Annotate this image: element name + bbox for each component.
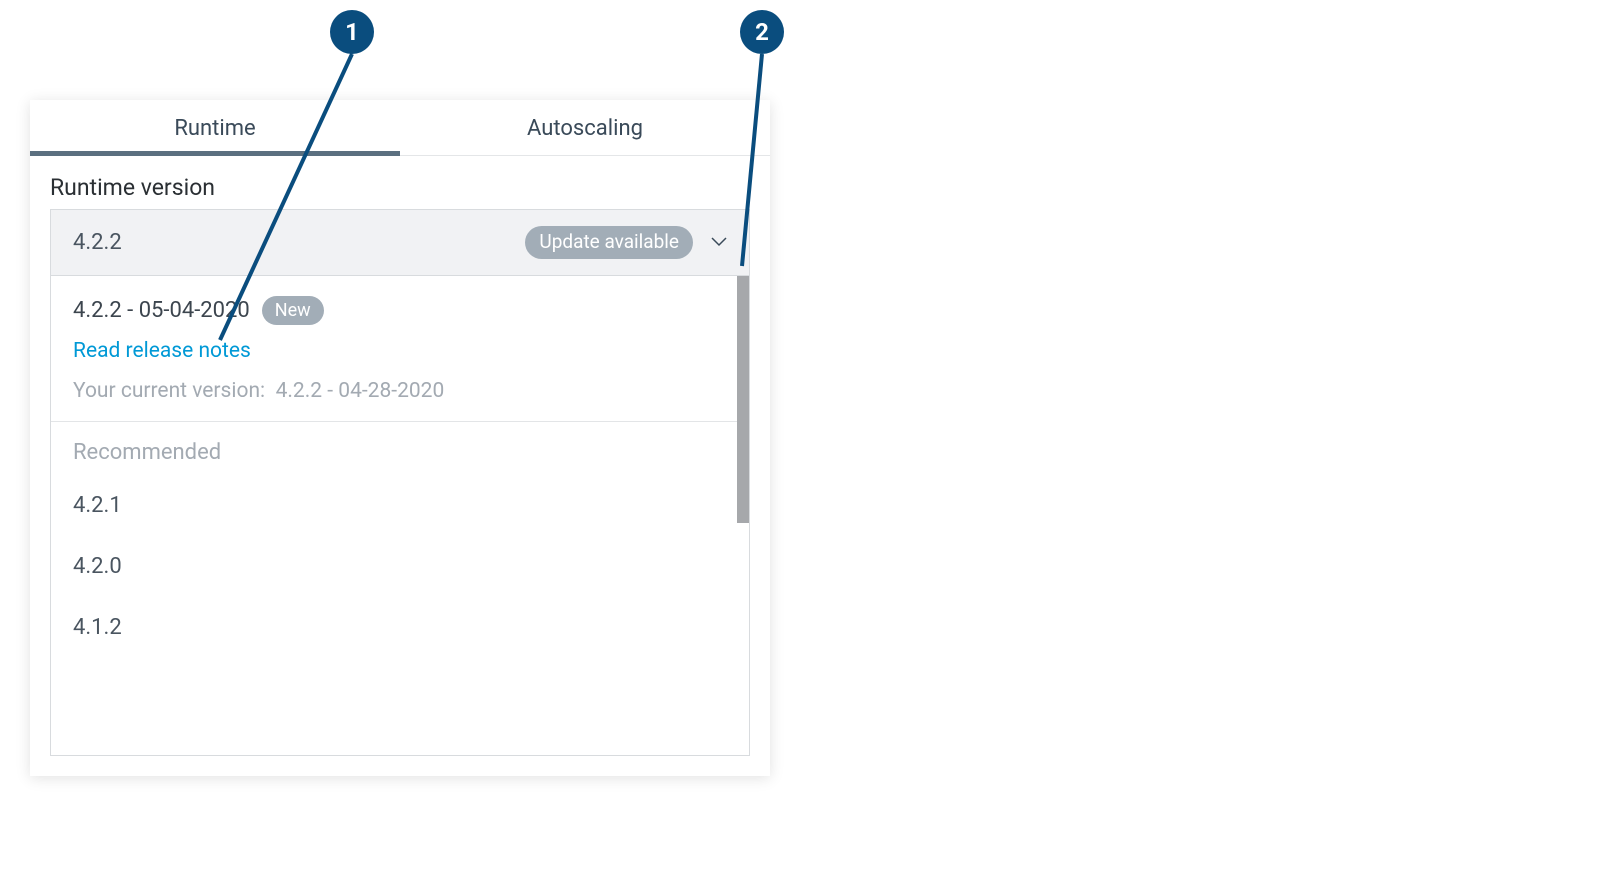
tab-runtime[interactable]: Runtime (30, 100, 400, 155)
current-version-value: 4.2.2 - 04-28-2020 (276, 379, 445, 403)
select-current-value: 4.2.2 (73, 230, 122, 255)
select-right-group: Update available (525, 226, 727, 259)
callout-number: 2 (755, 18, 769, 46)
tab-label: Runtime (174, 116, 255, 141)
dropdown-item[interactable]: 4.2.1 (51, 475, 749, 536)
current-version-row: Your current version: 4.2.2 - 04-28-2020 (73, 379, 727, 403)
current-version-prefix: Your current version: (73, 379, 265, 403)
runtime-version-label: Runtime version (50, 174, 750, 201)
callout-marker-2: 2 (740, 10, 784, 54)
tab-label: Autoscaling (527, 116, 643, 141)
settings-panel: Runtime Autoscaling Runtime version 4.2.… (30, 100, 770, 776)
dropdown-latest-row: 4.2.2 - 05-04-2020 New (73, 296, 727, 325)
runtime-version-dropdown: 4.2.2 - 05-04-2020 New Read release note… (50, 276, 750, 756)
runtime-version-select[interactable]: 4.2.2 Update available (50, 209, 750, 276)
chevron-down-icon (711, 234, 727, 250)
runtime-section: Runtime version (30, 156, 770, 201)
dropdown-item[interactable]: 4.2.0 (51, 536, 749, 597)
tab-autoscaling[interactable]: Autoscaling (400, 100, 770, 155)
callout-number: 1 (345, 18, 359, 46)
update-available-badge: Update available (525, 226, 693, 259)
dropdown-latest-block: 4.2.2 - 05-04-2020 New Read release note… (51, 276, 749, 422)
scrollbar-thumb[interactable] (737, 276, 749, 523)
runtime-version-select-wrap: 4.2.2 Update available (50, 209, 750, 276)
release-notes-link[interactable]: Read release notes (73, 339, 251, 363)
tabs-row: Runtime Autoscaling (30, 100, 770, 156)
recommended-label: Recommended (51, 422, 749, 475)
dropdown-latest-label: 4.2.2 - 05-04-2020 (73, 298, 250, 323)
new-badge: New (262, 296, 324, 325)
callout-marker-1: 1 (330, 10, 374, 54)
dropdown-item[interactable]: 4.1.2 (51, 597, 749, 658)
scrollbar-track (737, 276, 749, 755)
